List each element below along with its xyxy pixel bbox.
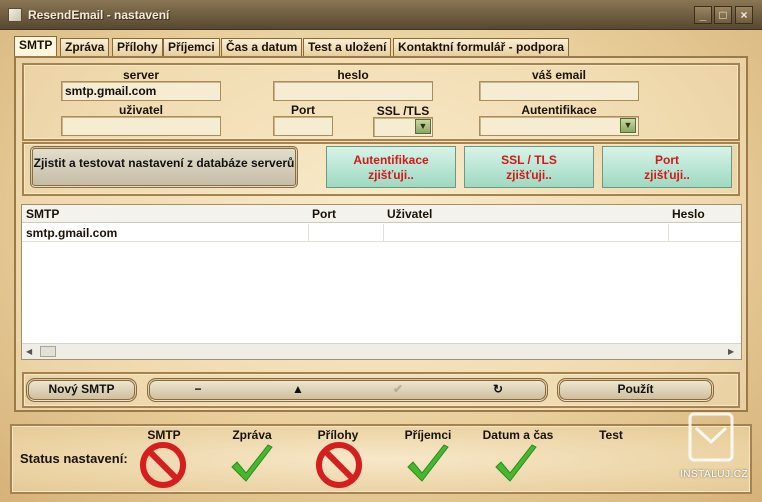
table-cell-password[interactable] [668,224,741,242]
status-item-label: Zpráva [232,428,272,442]
detect-port-label: Port [655,153,679,167]
status-item-label: Přílohy [317,428,359,442]
watermark-logo [688,412,734,462]
checkmark-icon [407,444,449,482]
checkmark-icon [231,444,273,482]
password-field[interactable] [273,81,433,101]
email-label: váš email [531,68,587,82]
server-field[interactable]: smtp.gmail.com [61,81,221,101]
horizontal-scrollbar[interactable]: ◀ ▶ [22,343,741,359]
table-cell-port[interactable] [308,224,384,242]
detect-port-button[interactable]: Port zjišťuji.. [602,146,732,188]
title-bar: ResendEmail - nastavení _ □ × [0,0,762,30]
auth-label: Autentifikace [521,103,597,117]
status-item-label: Příjemci [404,428,452,442]
column-header-smtp[interactable]: SMTP [22,205,309,223]
chevron-down-icon[interactable]: ▼ [415,119,431,134]
column-header-port[interactable]: Port [308,205,384,223]
watermark-text: INSTALUJ.CZ [680,469,749,480]
ssl-label: SSL /TLS [376,104,430,118]
confirm-icon[interactable]: ✔ [378,381,418,397]
minimize-button[interactable]: _ [694,6,712,24]
delete-record-icon[interactable]: − [178,381,218,397]
server-label: server [122,68,160,82]
detect-port-status: zjišťuji.. [644,168,690,182]
maximize-button[interactable]: □ [714,6,732,24]
column-header-password[interactable]: Heslo [668,205,741,223]
table-cell-user[interactable] [383,224,669,242]
smtp-table[interactable]: SMTP Port Uživatel Heslo smtp.gmail.com … [21,204,742,360]
user-label: uživatel [118,103,163,117]
status-item-label: Datum a čas [482,428,554,442]
window-title: ResendEmail - nastavení [28,8,170,22]
tab-prilohy[interactable]: Přílohy [112,38,163,56]
user-field[interactable] [61,116,221,136]
status-item-label: Test [599,428,623,442]
column-header-user[interactable]: Uživatel [383,205,669,223]
checkmark-icon [495,444,537,482]
table-cell-smtp[interactable]: smtp.gmail.com [22,224,309,242]
close-button[interactable]: × [735,6,753,24]
port-label: Port [291,103,315,117]
tab-cas-a-datum[interactable]: Čas a datum [221,38,303,56]
detect-ssl-button[interactable]: SSL / TLS zjišťuji.. [464,146,594,188]
scroll-right-icon[interactable]: ▶ [728,347,734,356]
apply-button[interactable]: Použít [557,378,714,402]
detect-ssl-status: zjišťuji.. [506,168,552,182]
tab-zprava[interactable]: Zpráva [60,38,110,56]
email-field[interactable] [479,81,639,101]
detect-auth-status: zjišťuji.. [368,168,414,182]
chevron-down-icon[interactable]: ▼ [620,118,636,133]
tab-test-a-ulozeni[interactable]: Test a uložení [303,38,392,56]
status-item-label: SMTP [147,428,181,442]
move-up-icon[interactable]: ▲ [278,381,318,397]
app-icon [8,8,22,22]
port-field[interactable] [273,116,333,136]
detect-auth-button[interactable]: Autentifikace zjišťuji.. [326,146,456,188]
password-label: heslo [337,68,369,82]
detect-ssl-label: SSL / TLS [501,153,557,167]
tab-prijemci[interactable]: Příjemci [163,38,220,56]
detect-auth-label: Autentifikace [353,153,429,167]
detect-from-database-button[interactable]: Zjistit a testovat nastavení z databáze … [30,146,298,188]
error-icon [140,442,186,488]
tab-smtp[interactable]: SMTP [14,36,58,56]
scroll-left-icon[interactable]: ◀ [26,347,32,356]
record-navigator: − ▲ ✔ ↻ [147,378,548,402]
scroll-thumb[interactable] [40,346,56,357]
tab-kontaktni-formular[interactable]: Kontaktní formulář - podpora [393,38,569,56]
auth-select[interactable] [479,116,639,136]
new-smtp-button[interactable]: Nový SMTP [26,378,137,402]
error-icon [316,442,362,488]
refresh-icon[interactable]: ↻ [478,381,518,397]
status-label: Status nastavení: [20,451,128,466]
